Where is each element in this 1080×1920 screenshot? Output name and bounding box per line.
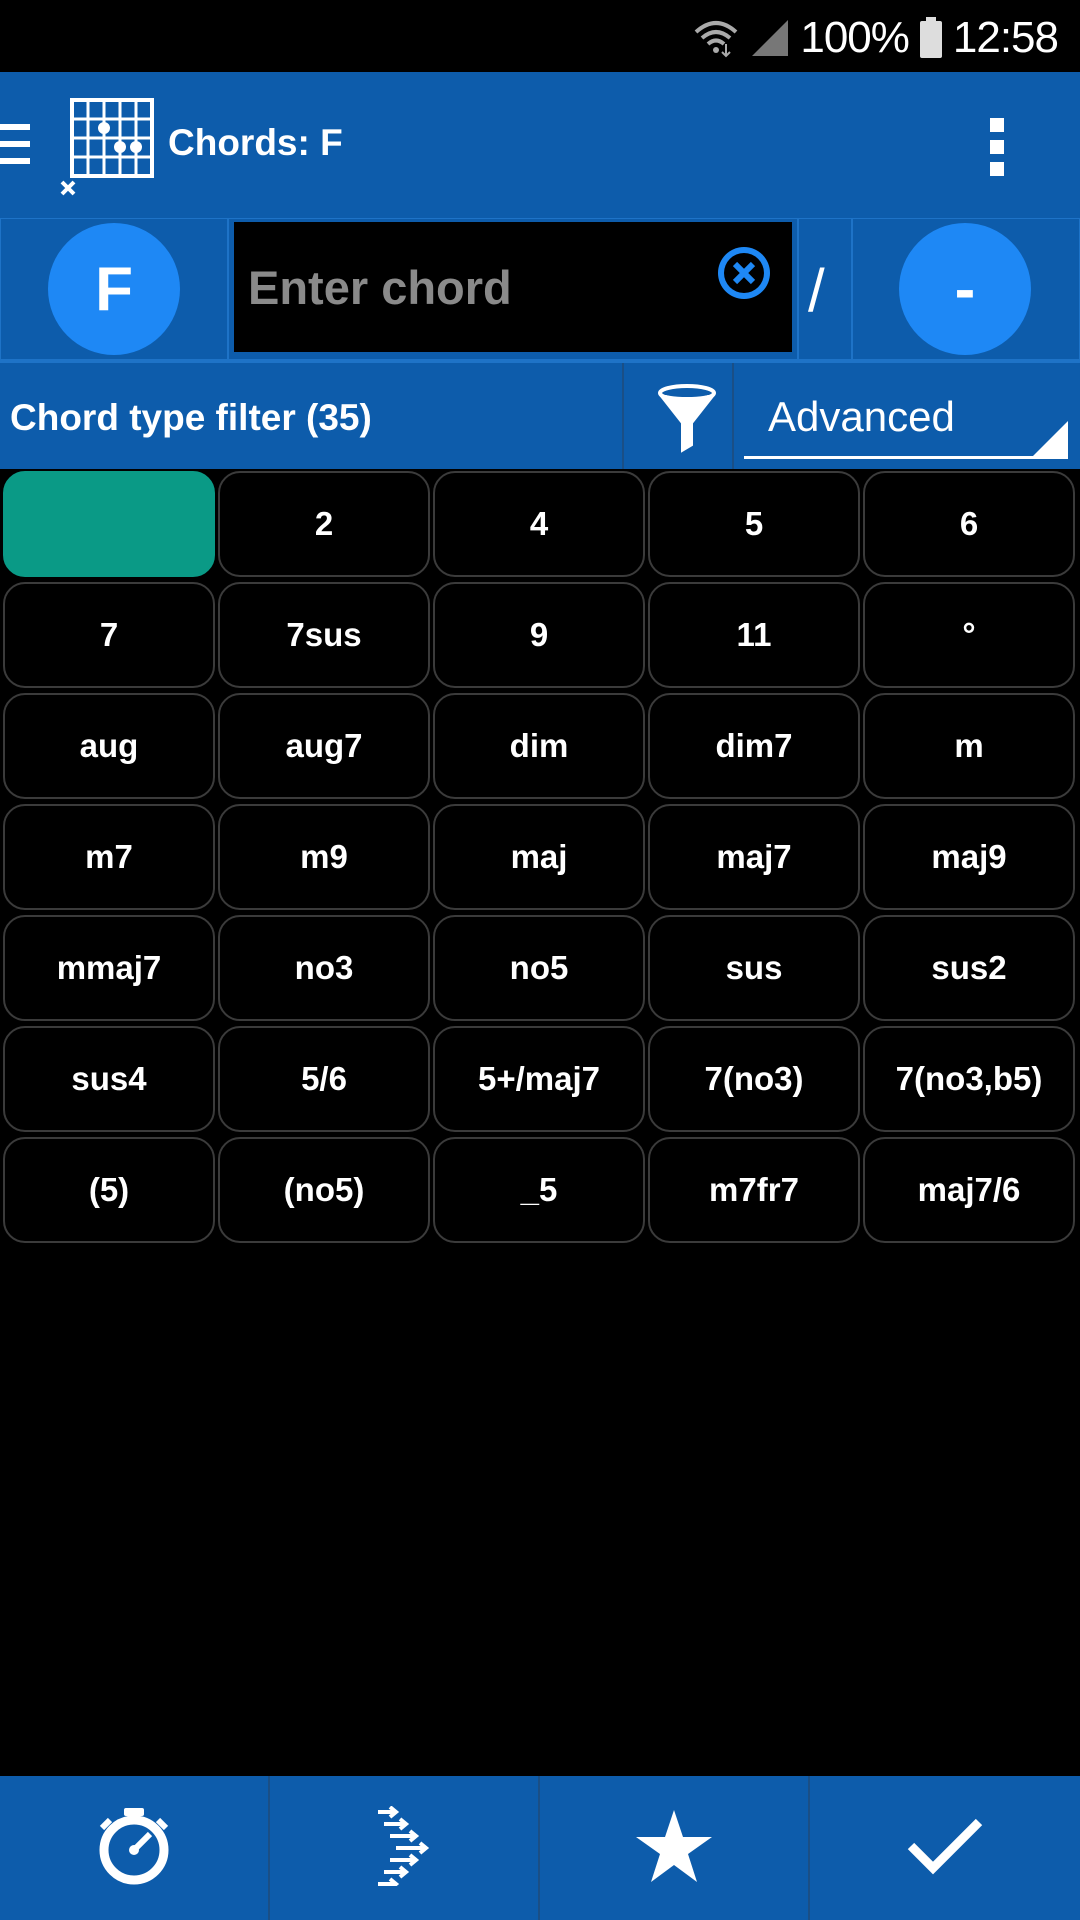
chord-type-chip[interactable]: mmaj7 xyxy=(3,915,215,1021)
more-vert-icon[interactable] xyxy=(978,112,1018,182)
favorite-button[interactable] xyxy=(540,1776,810,1920)
chord-type-chip[interactable]: m7 xyxy=(3,804,215,910)
slash-separator: / xyxy=(808,257,825,324)
chord-type-chip[interactable]: 6 xyxy=(863,471,1075,577)
chord-type-chip[interactable]: 7sus xyxy=(218,582,430,688)
chord-type-chip[interactable]: maj xyxy=(433,804,645,910)
root-note-cell: F xyxy=(0,218,228,360)
chord-type-chip[interactable]: 11 xyxy=(648,582,860,688)
chord-type-chip[interactable]: 7 xyxy=(3,582,215,688)
chord-type-chip[interactable] xyxy=(3,471,215,577)
chord-type-chip[interactable]: m9 xyxy=(218,804,430,910)
chord-type-chip[interactable]: 5/6 xyxy=(218,1026,430,1132)
chord-type-chip[interactable]: aug xyxy=(3,693,215,799)
app-bar: Chords: F xyxy=(0,72,1080,218)
chord-type-chip[interactable]: no3 xyxy=(218,915,430,1021)
metronome-timer-button[interactable] xyxy=(0,1776,270,1920)
hamburger-icon[interactable] xyxy=(0,114,40,174)
chord-type-chip[interactable]: 5+/maj7 xyxy=(433,1026,645,1132)
dropdown-arrow-icon xyxy=(1030,421,1068,459)
chord-type-chip[interactable]: 5 xyxy=(648,471,860,577)
chord-type-chip[interactable]: 7(no3) xyxy=(648,1026,860,1132)
arpeggio-arrows-icon xyxy=(374,1804,434,1891)
bottom-bar xyxy=(0,1776,1080,1920)
chord-type-chip[interactable]: dim7 xyxy=(648,693,860,799)
divider xyxy=(622,363,624,469)
chord-type-chip[interactable]: no5 xyxy=(433,915,645,1021)
chord-type-chip[interactable]: 4 xyxy=(433,471,645,577)
chord-type-filter-label: Chord type filter (35) xyxy=(10,397,372,438)
chord-input[interactable] xyxy=(234,222,792,352)
chord-type-grid: 2 4 5 6 7 7sus 9 11 ° aug aug7 dim dim7 m m7 m9 maj maj7 m… xyxy=(3,471,1077,1243)
confirm-button[interactable] xyxy=(810,1776,1080,1920)
root-note-button[interactable]: F xyxy=(48,223,180,355)
arpeggio-button[interactable] xyxy=(270,1776,540,1920)
chord-type-chip[interactable]: 7(no3,b5) xyxy=(863,1026,1075,1132)
battery-icon xyxy=(919,17,943,59)
bass-note-cell: - xyxy=(852,218,1080,360)
chord-type-chip[interactable]: (no5) xyxy=(218,1137,430,1243)
star-icon xyxy=(636,1809,712,1887)
slash-cell xyxy=(798,218,852,360)
filter-mode-value: Advanced xyxy=(768,393,955,440)
wifi-icon xyxy=(692,18,740,58)
chord-type-chip[interactable]: ° xyxy=(863,582,1075,688)
clock: 12:58 xyxy=(952,13,1059,62)
filter-row: Chord type filter (35) Advanced xyxy=(0,363,1080,469)
chord-type-chip[interactable]: sus2 xyxy=(863,915,1075,1021)
checkmark-icon xyxy=(907,1816,983,1881)
bass-note-button[interactable]: - xyxy=(899,223,1031,355)
chord-type-chip[interactable]: maj7/6 xyxy=(863,1137,1075,1243)
status-bar-right: 100% 12:58 xyxy=(692,10,1059,66)
funnel-icon[interactable] xyxy=(656,383,718,453)
chord-type-chip[interactable]: 9 xyxy=(433,582,645,688)
chord-type-chip[interactable]: _5 xyxy=(433,1137,645,1243)
divider xyxy=(732,363,734,469)
chord-type-chip[interactable]: maj9 xyxy=(863,804,1075,910)
chord-type-chip[interactable]: m xyxy=(863,693,1075,799)
app-title: Chords: F xyxy=(168,122,343,163)
cell-signal-icon xyxy=(750,18,790,58)
chord-type-chip[interactable]: m7fr7 xyxy=(648,1137,860,1243)
filter-mode-dropdown[interactable]: Advanced xyxy=(744,375,1068,459)
status-bar: 100% 12:58 xyxy=(0,0,1080,72)
chord-type-chip[interactable]: dim xyxy=(433,693,645,799)
dropdown-underline xyxy=(744,456,1068,459)
chord-type-chip[interactable]: aug7 xyxy=(218,693,430,799)
chord-diagram-icon xyxy=(60,96,160,196)
chord-type-chip[interactable]: sus4 xyxy=(3,1026,215,1132)
metronome-timer-icon xyxy=(94,1806,174,1891)
battery-percent: 100% xyxy=(800,13,910,62)
chord-type-chip[interactable]: maj7 xyxy=(648,804,860,910)
chord-input-row: F / - xyxy=(0,218,1080,360)
chord-type-chip[interactable]: 2 xyxy=(218,471,430,577)
chord-type-chip[interactable]: (5) xyxy=(3,1137,215,1243)
clear-circle-icon[interactable] xyxy=(717,246,771,300)
chord-type-chip[interactable]: sus xyxy=(648,915,860,1021)
